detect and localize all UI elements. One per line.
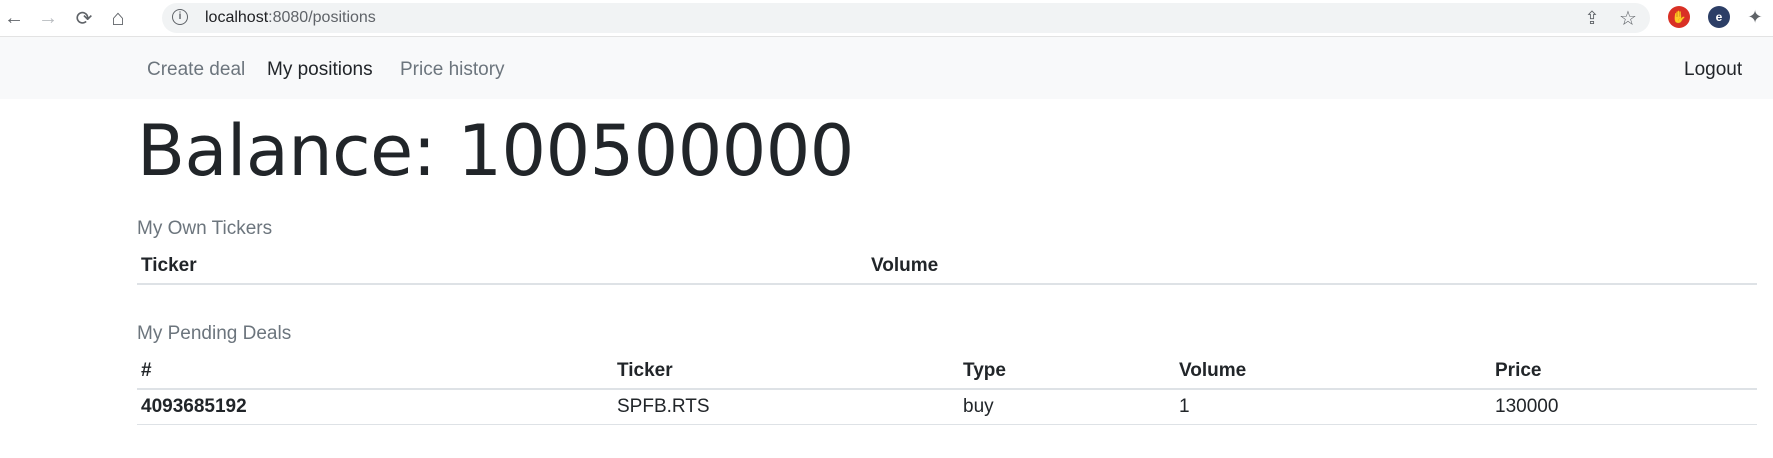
address-bar[interactable]: i localhost:8080/positions ⇪ ☆: [162, 3, 1650, 33]
reload-icon[interactable]: ⟳: [70, 4, 98, 32]
pending-deals-table: # Ticker Type Volume Price 4093685192 SP…: [137, 354, 1757, 425]
own-tickers-title: My Own Tickers: [137, 218, 273, 239]
deal-id-cell: 4093685192: [137, 389, 613, 425]
column-header: Type: [959, 354, 1175, 390]
nav-my-positions[interactable]: My positions: [267, 59, 373, 81]
ticker-cell: SPFB.RTS: [613, 389, 959, 425]
info-icon[interactable]: i: [172, 9, 188, 25]
column-header: Ticker: [613, 354, 959, 390]
nav-create-deal[interactable]: Create deal: [147, 59, 245, 81]
pending-deals-title: My Pending Deals: [137, 323, 292, 344]
column-header: Price: [1491, 354, 1757, 390]
forward-icon[interactable]: →: [34, 4, 62, 32]
column-header: Volume: [867, 249, 1757, 285]
url-host: localhost: [205, 9, 269, 26]
star-icon[interactable]: ☆: [1616, 7, 1640, 30]
url-path: :8080/positions: [268, 9, 376, 26]
type-cell: buy: [959, 389, 1175, 425]
browser-toolbar: ← → ⟳ ⌂ i localhost:8080/positions ⇪ ☆ ✋…: [0, 0, 1773, 37]
volume-cell: 1: [1175, 389, 1491, 425]
adblock-extension-icon[interactable]: ✋: [1668, 6, 1690, 28]
back-icon[interactable]: ←: [0, 4, 28, 32]
app-navbar: Create deal My positions Price history L…: [0, 37, 1773, 99]
home-icon[interactable]: ⌂: [104, 4, 132, 32]
column-header: Ticker: [137, 249, 867, 285]
puzzle-icon[interactable]: ✦: [1744, 6, 1766, 28]
logout-link[interactable]: Logout: [1684, 59, 1742, 81]
column-header: #: [137, 354, 613, 390]
table-header-row: Ticker Volume: [137, 249, 1757, 285]
price-cell: 130000: [1491, 389, 1757, 425]
table-row: 4093685192 SPFB.RTS buy 1 130000: [137, 389, 1757, 425]
nav-price-history[interactable]: Price history: [400, 59, 505, 81]
balance-heading: Balance: 100500000: [137, 110, 854, 192]
column-header: Volume: [1175, 354, 1491, 390]
url-text[interactable]: localhost:8080/positions: [205, 9, 376, 27]
own-tickers-table: Ticker Volume: [137, 249, 1757, 285]
share-icon[interactable]: ⇪: [1580, 7, 1604, 29]
table-header-row: # Ticker Type Volume Price: [137, 354, 1757, 390]
extension-icon[interactable]: e: [1708, 6, 1730, 28]
